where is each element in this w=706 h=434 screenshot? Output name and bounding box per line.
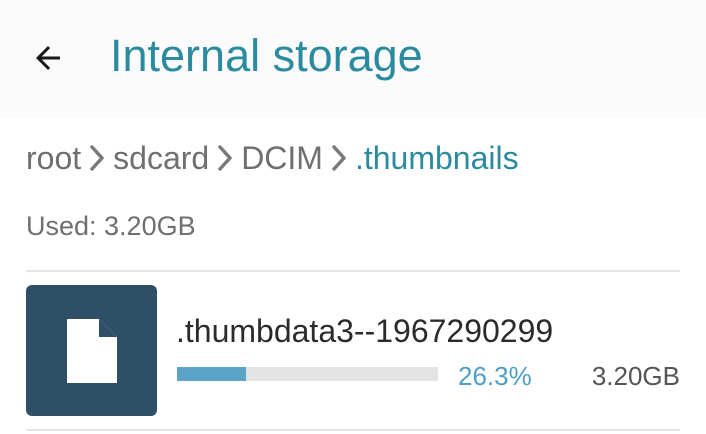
chevron-right-icon bbox=[85, 136, 109, 180]
file-thumbnail bbox=[26, 285, 157, 416]
arrow-left-icon bbox=[36, 46, 60, 70]
back-button[interactable] bbox=[22, 32, 74, 84]
file-name: .thumbdata3--1967290299 bbox=[176, 313, 554, 349]
breadcrumb: root sdcard DCIM .thumbnails bbox=[26, 136, 519, 180]
breadcrumb-item-dcim[interactable]: DCIM bbox=[241, 140, 323, 177]
breadcrumb-item-current[interactable]: .thumbnails bbox=[355, 140, 519, 177]
file-icon bbox=[66, 318, 117, 383]
file-list-item[interactable]: .thumbdata3--1967290299 26.3% 3.20GB bbox=[0, 272, 706, 428]
app-bar: Internal storage bbox=[0, 0, 706, 118]
chevron-right-icon bbox=[213, 136, 237, 180]
used-storage-label: Used: 3.20GB bbox=[26, 211, 196, 241]
divider bbox=[26, 429, 680, 431]
page-title: Internal storage bbox=[110, 30, 423, 81]
breadcrumb-item-sdcard[interactable]: sdcard bbox=[113, 140, 209, 177]
usage-percent: 26.3% bbox=[458, 361, 532, 391]
file-size: 3.20GB bbox=[591, 361, 680, 391]
usage-progress-bar bbox=[177, 367, 438, 381]
chevron-right-icon bbox=[327, 136, 351, 180]
breadcrumb-item-root[interactable]: root bbox=[26, 140, 81, 177]
usage-progress-fill bbox=[177, 367, 246, 381]
